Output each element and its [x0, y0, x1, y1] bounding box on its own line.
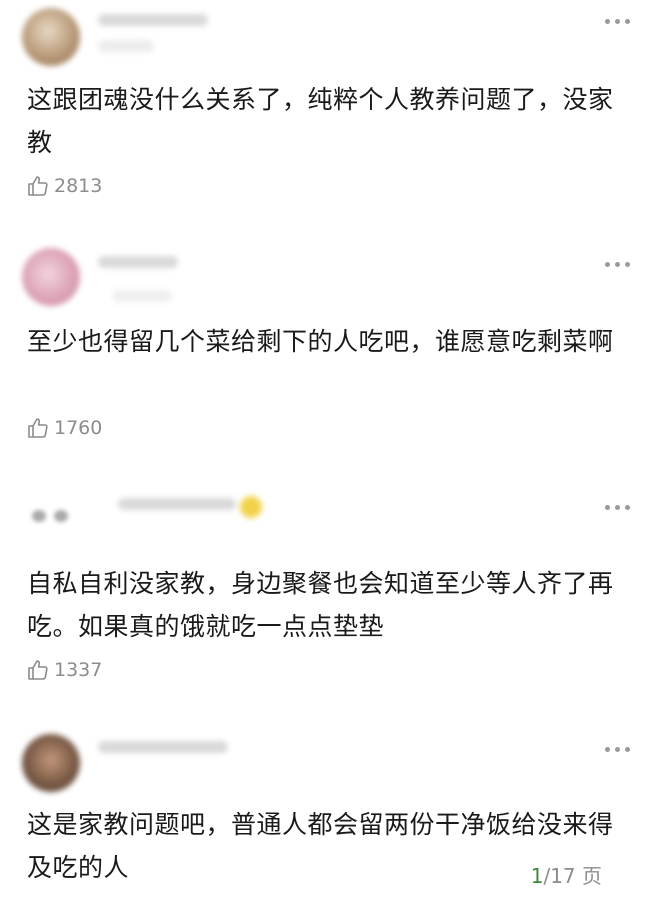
avatar[interactable] [22, 734, 80, 792]
username-blurred[interactable] [98, 14, 208, 26]
avatar[interactable] [22, 8, 80, 66]
more-dots-icon[interactable] [605, 19, 630, 24]
thumbs-up-icon [28, 176, 48, 196]
timestamp-blurred [112, 290, 172, 302]
more-dots-icon[interactable] [605, 262, 630, 267]
comment-text: 至少也得留几个菜给剩下的人吃吧，谁愿意吃剩菜啊 [27, 327, 614, 356]
like-button[interactable]: 1760 [26, 416, 102, 440]
page-current: 1 [530, 864, 544, 888]
thumbs-up-icon [28, 418, 48, 438]
avatar[interactable] [22, 502, 82, 532]
avatar[interactable] [22, 248, 80, 306]
username-blurred[interactable] [98, 741, 228, 753]
username-blurred[interactable] [118, 498, 236, 510]
like-count: 1337 [54, 659, 103, 681]
like-button[interactable]: 1337 [26, 658, 102, 682]
like-count: 1760 [54, 417, 103, 439]
timestamp-blurred [98, 40, 154, 52]
page-total: /17 页 [543, 864, 602, 888]
like-button[interactable]: 2813 [26, 174, 102, 198]
comment-text: 自私自利没家教，身边聚餐也会知道至少等人齐了再吃。如果真的饿就吃一点点垫垫 [27, 569, 614, 641]
like-count: 2813 [54, 175, 103, 197]
emoji-icon [240, 496, 262, 518]
comment-text: 这跟团魂没什么关系了，纯粹个人教养问题了，没家教 [27, 85, 614, 157]
more-dots-icon[interactable] [605, 505, 630, 510]
thumbs-up-icon [28, 660, 48, 680]
username-blurred[interactable] [98, 256, 178, 268]
more-dots-icon[interactable] [605, 747, 630, 752]
page-indicator: 1/17 页 [531, 860, 602, 889]
